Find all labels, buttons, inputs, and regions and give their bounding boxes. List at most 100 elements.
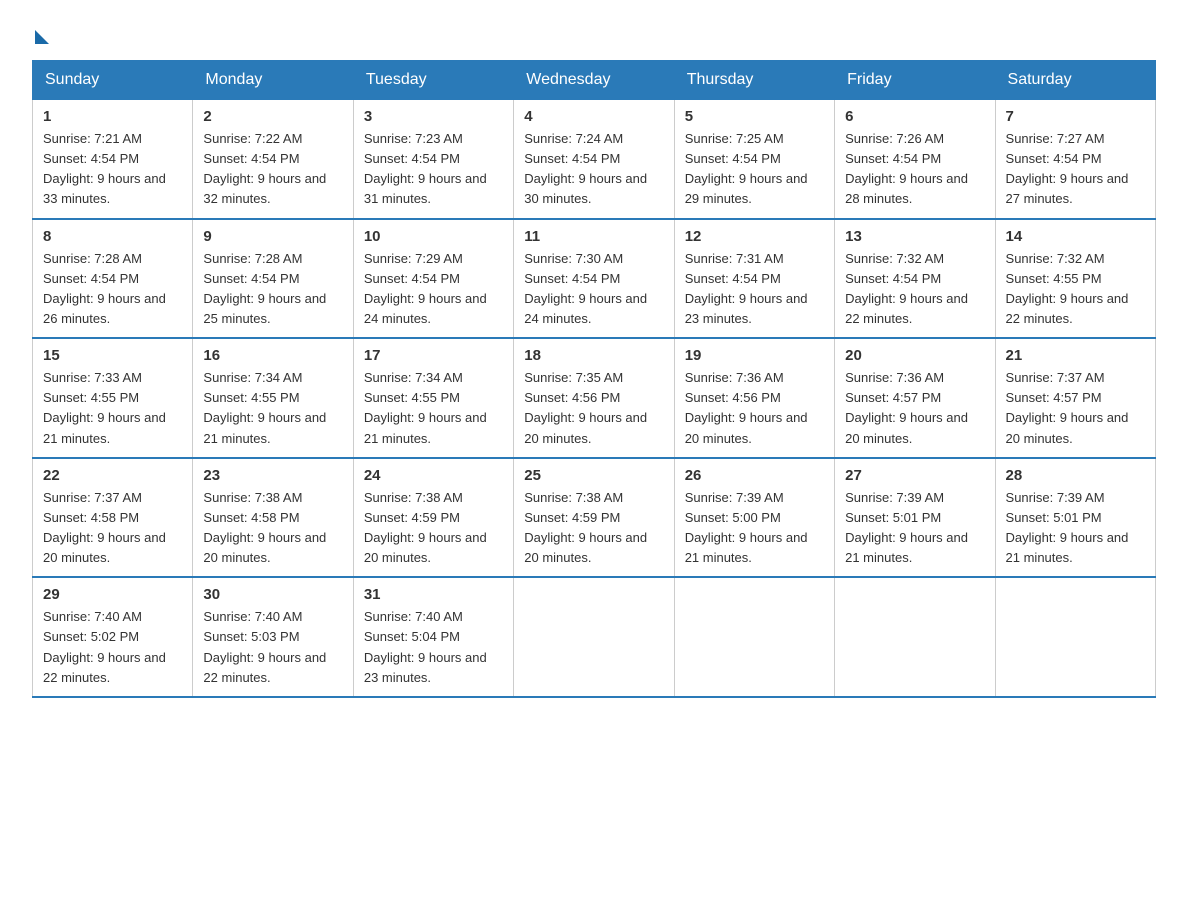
day-info: Sunrise: 7:31 AM Sunset: 4:54 PM Dayligh…	[685, 249, 824, 330]
day-info: Sunrise: 7:21 AM Sunset: 4:54 PM Dayligh…	[43, 129, 182, 210]
calendar-cell: 14 Sunrise: 7:32 AM Sunset: 4:55 PM Dayl…	[995, 219, 1155, 339]
day-info: Sunrise: 7:27 AM Sunset: 4:54 PM Dayligh…	[1006, 129, 1145, 210]
daylight-label: Daylight: 9 hours and 21 minutes.	[845, 530, 968, 565]
calendar-cell: 18 Sunrise: 7:35 AM Sunset: 4:56 PM Dayl…	[514, 338, 674, 458]
day-info: Sunrise: 7:23 AM Sunset: 4:54 PM Dayligh…	[364, 129, 503, 210]
daylight-label: Daylight: 9 hours and 32 minutes.	[203, 171, 326, 206]
sunset-label: Sunset: 4:55 PM	[1006, 271, 1102, 286]
day-info: Sunrise: 7:40 AM Sunset: 5:03 PM Dayligh…	[203, 607, 342, 688]
sunset-label: Sunset: 4:54 PM	[845, 151, 941, 166]
calendar-week-row: 8 Sunrise: 7:28 AM Sunset: 4:54 PM Dayli…	[33, 219, 1156, 339]
sunset-label: Sunset: 4:55 PM	[43, 390, 139, 405]
sunset-label: Sunset: 4:58 PM	[203, 510, 299, 525]
calendar-cell: 27 Sunrise: 7:39 AM Sunset: 5:01 PM Dayl…	[835, 458, 995, 578]
calendar-cell: 8 Sunrise: 7:28 AM Sunset: 4:54 PM Dayli…	[33, 219, 193, 339]
daylight-label: Daylight: 9 hours and 23 minutes.	[685, 291, 808, 326]
day-info: Sunrise: 7:36 AM Sunset: 4:56 PM Dayligh…	[685, 368, 824, 449]
daylight-label: Daylight: 9 hours and 20 minutes.	[685, 410, 808, 445]
sunrise-label: Sunrise: 7:28 AM	[203, 251, 302, 266]
sunset-label: Sunset: 4:54 PM	[364, 151, 460, 166]
day-info: Sunrise: 7:39 AM Sunset: 5:01 PM Dayligh…	[1006, 488, 1145, 569]
weekday-header-sunday: Sunday	[33, 61, 193, 100]
daylight-label: Daylight: 9 hours and 23 minutes.	[364, 650, 487, 685]
sunset-label: Sunset: 4:54 PM	[845, 271, 941, 286]
sunrise-label: Sunrise: 7:32 AM	[845, 251, 944, 266]
day-number: 5	[685, 108, 824, 125]
day-number: 28	[1006, 467, 1145, 484]
sunset-label: Sunset: 5:03 PM	[203, 629, 299, 644]
daylight-label: Daylight: 9 hours and 21 minutes.	[203, 410, 326, 445]
day-info: Sunrise: 7:29 AM Sunset: 4:54 PM Dayligh…	[364, 249, 503, 330]
sunset-label: Sunset: 4:55 PM	[364, 390, 460, 405]
calendar-cell: 31 Sunrise: 7:40 AM Sunset: 5:04 PM Dayl…	[353, 577, 513, 697]
sunset-label: Sunset: 4:54 PM	[203, 271, 299, 286]
sunset-label: Sunset: 5:04 PM	[364, 629, 460, 644]
sunset-label: Sunset: 4:56 PM	[685, 390, 781, 405]
sunrise-label: Sunrise: 7:39 AM	[685, 490, 784, 505]
daylight-label: Daylight: 9 hours and 26 minutes.	[43, 291, 166, 326]
logo	[32, 24, 49, 44]
sunrise-label: Sunrise: 7:36 AM	[845, 370, 944, 385]
day-info: Sunrise: 7:25 AM Sunset: 4:54 PM Dayligh…	[685, 129, 824, 210]
day-info: Sunrise: 7:37 AM Sunset: 4:58 PM Dayligh…	[43, 488, 182, 569]
sunrise-label: Sunrise: 7:30 AM	[524, 251, 623, 266]
daylight-label: Daylight: 9 hours and 20 minutes.	[1006, 410, 1129, 445]
sunrise-label: Sunrise: 7:38 AM	[203, 490, 302, 505]
daylight-label: Daylight: 9 hours and 29 minutes.	[685, 171, 808, 206]
daylight-label: Daylight: 9 hours and 21 minutes.	[1006, 530, 1129, 565]
sunrise-label: Sunrise: 7:40 AM	[364, 609, 463, 624]
sunset-label: Sunset: 4:54 PM	[685, 271, 781, 286]
sunrise-label: Sunrise: 7:29 AM	[364, 251, 463, 266]
day-info: Sunrise: 7:38 AM Sunset: 4:59 PM Dayligh…	[364, 488, 503, 569]
calendar-cell: 16 Sunrise: 7:34 AM Sunset: 4:55 PM Dayl…	[193, 338, 353, 458]
day-number: 7	[1006, 108, 1145, 125]
sunrise-label: Sunrise: 7:21 AM	[43, 131, 142, 146]
sunset-label: Sunset: 5:01 PM	[1006, 510, 1102, 525]
daylight-label: Daylight: 9 hours and 20 minutes.	[524, 410, 647, 445]
sunset-label: Sunset: 5:00 PM	[685, 510, 781, 525]
day-number: 21	[1006, 347, 1145, 364]
day-info: Sunrise: 7:37 AM Sunset: 4:57 PM Dayligh…	[1006, 368, 1145, 449]
daylight-label: Daylight: 9 hours and 33 minutes.	[43, 171, 166, 206]
day-number: 19	[685, 347, 824, 364]
calendar-cell	[835, 577, 995, 697]
day-number: 14	[1006, 228, 1145, 245]
sunrise-label: Sunrise: 7:33 AM	[43, 370, 142, 385]
day-number: 3	[364, 108, 503, 125]
sunset-label: Sunset: 4:59 PM	[524, 510, 620, 525]
day-number: 17	[364, 347, 503, 364]
sunset-label: Sunset: 4:54 PM	[43, 271, 139, 286]
sunset-label: Sunset: 4:54 PM	[364, 271, 460, 286]
day-info: Sunrise: 7:28 AM Sunset: 4:54 PM Dayligh…	[203, 249, 342, 330]
day-number: 18	[524, 347, 663, 364]
daylight-label: Daylight: 9 hours and 30 minutes.	[524, 171, 647, 206]
daylight-label: Daylight: 9 hours and 21 minutes.	[364, 410, 487, 445]
sunset-label: Sunset: 4:59 PM	[364, 510, 460, 525]
day-number: 29	[43, 586, 182, 603]
sunrise-label: Sunrise: 7:39 AM	[845, 490, 944, 505]
day-info: Sunrise: 7:28 AM Sunset: 4:54 PM Dayligh…	[43, 249, 182, 330]
day-number: 12	[685, 228, 824, 245]
daylight-label: Daylight: 9 hours and 20 minutes.	[524, 530, 647, 565]
day-info: Sunrise: 7:32 AM Sunset: 4:55 PM Dayligh…	[1006, 249, 1145, 330]
sunrise-label: Sunrise: 7:24 AM	[524, 131, 623, 146]
calendar-cell: 1 Sunrise: 7:21 AM Sunset: 4:54 PM Dayli…	[33, 100, 193, 219]
weekday-header-wednesday: Wednesday	[514, 61, 674, 100]
calendar-cell: 26 Sunrise: 7:39 AM Sunset: 5:00 PM Dayl…	[674, 458, 834, 578]
day-info: Sunrise: 7:39 AM Sunset: 5:00 PM Dayligh…	[685, 488, 824, 569]
calendar-cell	[674, 577, 834, 697]
calendar-cell: 12 Sunrise: 7:31 AM Sunset: 4:54 PM Dayl…	[674, 219, 834, 339]
sunset-label: Sunset: 4:54 PM	[203, 151, 299, 166]
sunrise-label: Sunrise: 7:40 AM	[203, 609, 302, 624]
sunset-label: Sunset: 4:55 PM	[203, 390, 299, 405]
calendar-table: SundayMondayTuesdayWednesdayThursdayFrid…	[32, 60, 1156, 698]
daylight-label: Daylight: 9 hours and 22 minutes.	[1006, 291, 1129, 326]
daylight-label: Daylight: 9 hours and 22 minutes.	[203, 650, 326, 685]
calendar-cell: 19 Sunrise: 7:36 AM Sunset: 4:56 PM Dayl…	[674, 338, 834, 458]
calendar-cell: 25 Sunrise: 7:38 AM Sunset: 4:59 PM Dayl…	[514, 458, 674, 578]
day-number: 13	[845, 228, 984, 245]
sunset-label: Sunset: 5:02 PM	[43, 629, 139, 644]
sunrise-label: Sunrise: 7:34 AM	[203, 370, 302, 385]
logo-arrow-icon	[35, 30, 49, 44]
day-info: Sunrise: 7:34 AM Sunset: 4:55 PM Dayligh…	[203, 368, 342, 449]
